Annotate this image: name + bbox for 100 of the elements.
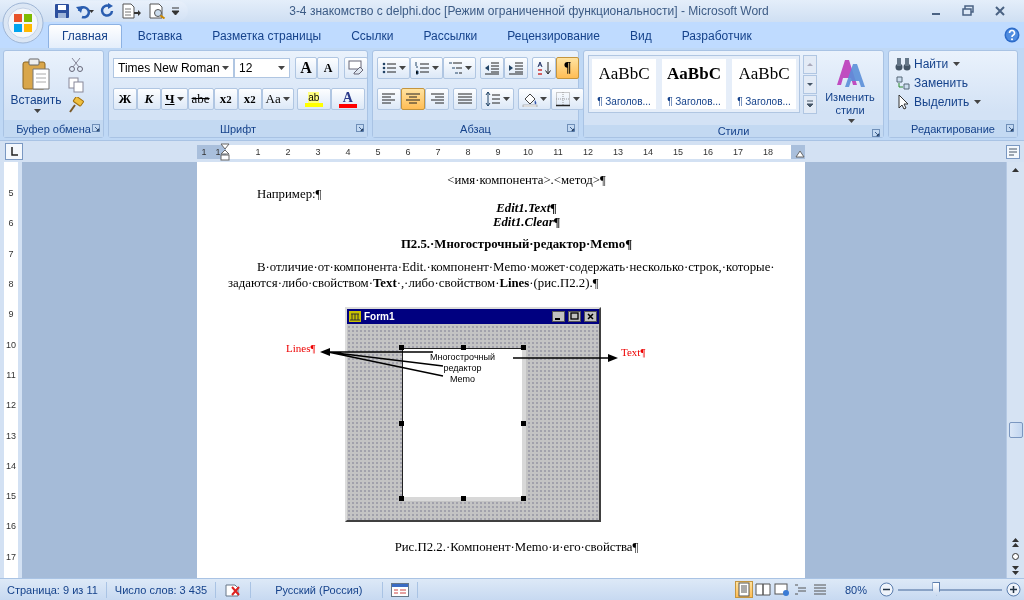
zoom-out-icon[interactable]	[879, 582, 894, 597]
dialog-launcher-icon[interactable]	[356, 124, 364, 132]
undo-icon[interactable]	[75, 3, 95, 19]
selection-handle[interactable]	[399, 496, 404, 501]
view-button[interactable]	[772, 581, 791, 598]
replace-button[interactable]: Заменить	[893, 74, 984, 92]
scroll-down-icon[interactable]	[803, 75, 817, 94]
font-name-field[interactable]: Times New Roman	[113, 58, 234, 78]
new-document-icon[interactable]	[121, 3, 143, 19]
dialog-launcher-icon[interactable]	[567, 124, 575, 132]
dialog-launcher-icon[interactable]	[872, 129, 880, 137]
caret-icon	[278, 66, 285, 70]
shrink-font-button[interactable]: A	[317, 57, 339, 79]
borders-icon	[555, 91, 571, 107]
right-indent-icon[interactable]	[795, 149, 805, 158]
formatting-marks-button[interactable]: ¶	[556, 57, 579, 79]
language-status[interactable]: Русский (Россия)	[251, 581, 384, 598]
ribbon-tab[interactable]: Вид	[615, 24, 666, 48]
customize-toolbar-icon[interactable]	[171, 6, 180, 16]
ruler-number: 9	[8, 308, 14, 322]
font-size-field[interactable]: 12	[234, 58, 290, 78]
selection-handle[interactable]	[461, 345, 466, 350]
change-styles-button[interactable]: Изменить стили	[821, 55, 879, 125]
selection-handle[interactable]	[461, 496, 466, 501]
sort-button[interactable]	[532, 57, 556, 79]
help-icon[interactable]	[1004, 27, 1020, 43]
scissors-icon[interactable]	[68, 57, 84, 73]
style-preview[interactable]: AaBbC ¶ Заголов...	[662, 59, 726, 109]
font-color-button[interactable]: A	[330, 88, 365, 110]
align-right-button[interactable]	[425, 88, 449, 110]
align-center-button[interactable]	[401, 88, 425, 110]
line-spacing-button[interactable]	[481, 88, 514, 110]
word-count[interactable]: Число слов: 3 435	[106, 581, 217, 598]
proofing-icon[interactable]	[224, 582, 243, 597]
justify-button[interactable]	[453, 88, 477, 110]
clear-formatting-button[interactable]	[344, 57, 368, 79]
decrease-indent-button[interactable]	[480, 57, 504, 79]
page-count[interactable]: Страница: 9 из 11	[0, 581, 107, 598]
zoom-slider-thumb[interactable]	[932, 581, 941, 596]
style-preview[interactable]: AaBbC ¶ Заголов...	[732, 59, 796, 109]
align-left-button[interactable]	[377, 88, 401, 110]
ruler-number: 11	[552, 146, 564, 157]
ruler-number: 12	[6, 399, 16, 413]
indent-marker-icon[interactable]	[220, 142, 230, 161]
increase-indent-button[interactable]	[504, 57, 528, 79]
italic-button[interactable]: К	[137, 88, 161, 110]
ribbon-tab[interactable]: Рассылки	[409, 24, 492, 48]
selection-handle[interactable]	[521, 496, 526, 501]
selection-handle[interactable]	[521, 421, 526, 426]
underline-button[interactable]: Ч	[161, 88, 188, 110]
clipboard-icon	[20, 57, 52, 91]
ruler-number: 14	[642, 146, 654, 157]
align-center-icon	[405, 91, 421, 107]
view-button[interactable]	[753, 581, 772, 598]
code-line: Edit1.Text¶	[495, 201, 558, 215]
ribbon-tab[interactable]: Рецензирование	[493, 24, 614, 48]
ribbon-tab[interactable]: Разработчик	[667, 24, 766, 48]
scrollbar-thumb[interactable]	[1008, 422, 1023, 438]
justify-icon	[457, 91, 473, 107]
draft-icon	[811, 582, 828, 597]
borders-button[interactable]	[551, 88, 584, 110]
minimize-icon	[552, 311, 565, 322]
ribbon-tab[interactable]: Вставка	[123, 24, 197, 48]
ruler-number: 4	[344, 146, 352, 157]
ribbon-tab[interactable]: Ссылки	[337, 24, 408, 48]
strikethrough-button[interactable]: abe	[187, 88, 214, 110]
select-button[interactable]: Выделить	[893, 93, 984, 111]
restore-icon[interactable]	[962, 5, 974, 17]
close-icon[interactable]	[994, 5, 1006, 17]
macro-icon[interactable]	[391, 582, 410, 597]
save-icon[interactable]	[54, 3, 70, 19]
dialog-launcher-icon[interactable]	[92, 124, 100, 132]
grow-font-button[interactable]: A	[295, 57, 317, 79]
dialog-launcher-icon[interactable]	[1006, 124, 1014, 132]
zoom-in-icon[interactable]	[1006, 582, 1021, 597]
selection-handle[interactable]	[521, 345, 526, 350]
format-painter-icon[interactable]	[68, 97, 84, 113]
view-button[interactable]	[734, 581, 753, 598]
more-styles-icon[interactable]	[803, 95, 817, 114]
ribbon-tab[interactable]: Разметка страницы	[198, 24, 336, 48]
redo-icon[interactable]	[100, 3, 116, 19]
change-case-button[interactable]: Aa	[261, 88, 294, 110]
horizontal-ruler[interactable]: 1 1 1 2 3 4 5 6 7 8 9 10 11 12 13 14 15 16 17 18	[197, 144, 805, 159]
style-preview[interactable]: AaBbC ¶ Заголов...	[592, 59, 656, 109]
ruler-number: 5	[374, 146, 382, 157]
find-button[interactable]: Найти	[893, 55, 984, 73]
tab-selector-icon[interactable]	[5, 143, 23, 160]
zoom-level[interactable]: 80%	[844, 583, 867, 596]
ribbon-tab[interactable]: Главная	[48, 24, 122, 48]
vertical-ruler[interactable]: 5 6 7 8 9 10 11 12 13 14 15 16 17	[4, 162, 18, 578]
numbered-list-button[interactable]	[410, 57, 443, 79]
selection-handle[interactable]	[399, 421, 404, 426]
paste-button[interactable]: Вставить	[8, 55, 64, 120]
print-preview-icon[interactable]	[148, 3, 166, 19]
bullet-list-button[interactable]	[377, 57, 410, 79]
shading-button[interactable]	[518, 88, 551, 110]
selection-handle[interactable]	[399, 345, 404, 350]
bold-button[interactable]: Ж	[113, 88, 137, 110]
highlight-button[interactable]: ab	[296, 88, 331, 110]
multilevel-list-button[interactable]	[443, 57, 476, 79]
